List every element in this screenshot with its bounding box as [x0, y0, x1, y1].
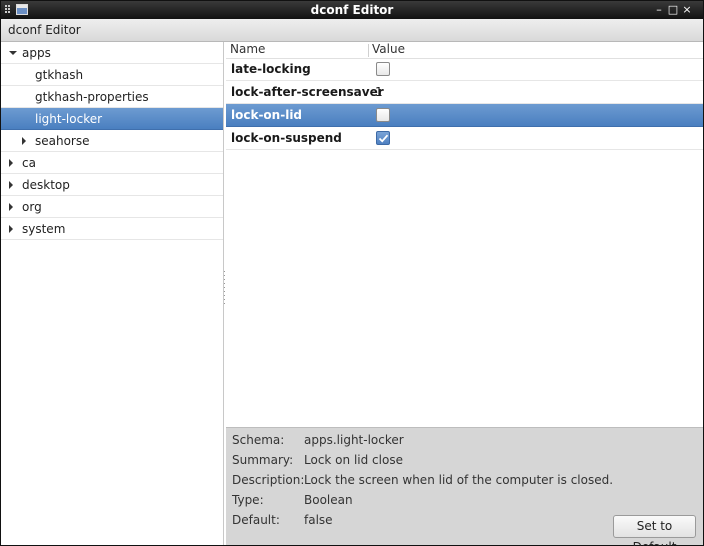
description-value: Lock the screen when lid of the computer…: [304, 473, 614, 487]
minimize-button[interactable]: –: [653, 3, 665, 16]
key-name: lock-on-suspend: [231, 131, 342, 145]
tree-item-label: gtkhash-properties: [35, 90, 149, 104]
key-row-late-locking[interactable]: late-locking: [226, 58, 703, 81]
tree-item-light-locker[interactable]: light-locker: [1, 108, 223, 130]
tree-item-system[interactable]: system: [1, 218, 223, 240]
type-value: Boolean: [304, 493, 353, 507]
column-separator[interactable]: [368, 44, 369, 57]
tree-item-label: gtkhash: [35, 68, 84, 82]
column-header-value[interactable]: Value: [372, 42, 405, 56]
expander-collapsed-icon[interactable]: [9, 203, 13, 211]
summary-label: Summary:: [232, 453, 294, 467]
set-to-default-button[interactable]: Set to Default: [613, 515, 696, 546]
summary-value: Lock on lid close: [304, 453, 403, 467]
key-list-header: Name Value: [226, 42, 703, 59]
tree-item-ca[interactable]: ca: [1, 152, 223, 174]
close-button[interactable]: ×: [681, 3, 693, 16]
key-list[interactable]: Name Value late-locking lock-after-screen…: [226, 42, 703, 427]
window-title: dconf Editor: [310, 3, 394, 17]
key-row-lock-after-screensaver[interactable]: lock-after-screensaver 1: [226, 81, 703, 104]
column-header-name[interactable]: Name: [230, 42, 265, 56]
tree-item-label: ca: [22, 156, 36, 170]
expander-collapsed-icon[interactable]: [9, 225, 13, 233]
schema-value: apps.light-locker: [304, 433, 404, 447]
header-bar: dconf Editor: [1, 19, 703, 42]
schema-tree[interactable]: apps gtkhash gtkhash-properties light-locke…: [1, 42, 224, 545]
key-name: lock-on-lid: [231, 108, 303, 122]
dconf-editor-window: dconf Editor – □ × dconf Editor apps gtkh…: [0, 0, 704, 546]
key-details-pane: Schema: apps.light-locker Summary: Lock …: [226, 427, 703, 546]
key-value-text[interactable]: 1: [375, 85, 383, 99]
tree-item-desktop[interactable]: desktop: [1, 174, 223, 196]
checkmark-icon: [378, 134, 389, 143]
tree-item-apps[interactable]: apps: [1, 42, 223, 64]
tree-item-gtkhash[interactable]: gtkhash: [1, 64, 223, 86]
description-label: Description:: [232, 473, 305, 487]
tree-item-label: light-locker: [35, 112, 103, 126]
key-value-checkbox[interactable]: [376, 62, 390, 76]
type-label: Type:: [232, 493, 264, 507]
key-name: lock-after-screensaver: [231, 85, 384, 99]
schema-label: Schema:: [232, 433, 285, 447]
title-bar[interactable]: dconf Editor – □ ×: [1, 1, 703, 19]
maximize-button[interactable]: □: [667, 3, 679, 16]
tree-item-label: seahorse: [35, 134, 90, 148]
default-label: Default:: [232, 513, 280, 527]
expander-collapsed-icon[interactable]: [22, 137, 26, 145]
tree-item-org[interactable]: org: [1, 196, 223, 218]
key-row-lock-on-lid[interactable]: lock-on-lid: [226, 104, 703, 127]
tree-item-label: desktop: [22, 178, 70, 192]
key-value-checkbox[interactable]: [376, 108, 390, 122]
key-row-lock-on-suspend[interactable]: lock-on-suspend: [226, 127, 703, 150]
expander-collapsed-icon[interactable]: [9, 159, 13, 167]
tree-item-label: apps: [22, 46, 51, 60]
key-value-checkbox[interactable]: [376, 131, 390, 145]
tree-item-seahorse[interactable]: seahorse: [1, 130, 223, 152]
expander-collapsed-icon[interactable]: [9, 181, 13, 189]
app-title: dconf Editor: [8, 23, 81, 37]
default-value: false: [304, 513, 333, 527]
expander-expanded-icon[interactable]: [9, 51, 17, 55]
tree-item-gtkhash-properties[interactable]: gtkhash-properties: [1, 86, 223, 108]
tree-item-label: org: [22, 200, 42, 214]
tree-item-label: system: [22, 222, 66, 236]
key-name: late-locking: [231, 62, 311, 76]
